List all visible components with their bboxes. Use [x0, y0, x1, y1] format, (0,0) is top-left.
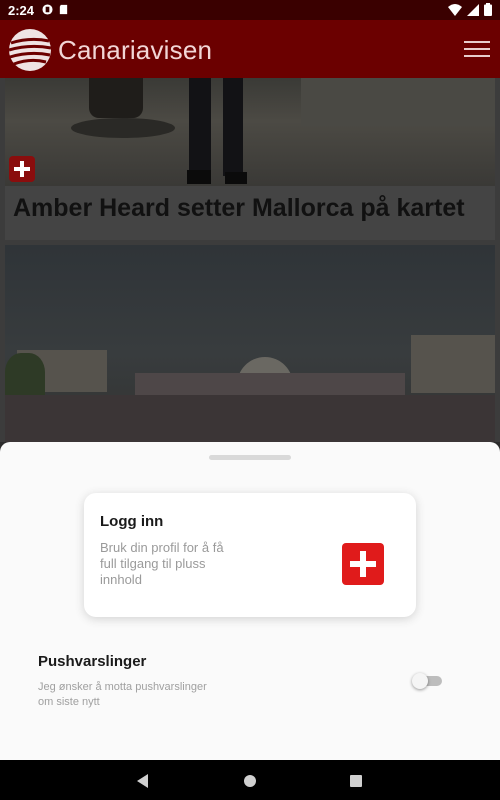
- toggle-thumb: [412, 673, 428, 689]
- status-right-icons: [448, 3, 492, 16]
- wall-shape: [301, 78, 495, 126]
- status-time: 2:24: [8, 3, 35, 18]
- globe-logo-icon[interactable]: [8, 28, 52, 72]
- status-left-icons: [42, 4, 69, 15]
- article-image[interactable]: [5, 78, 495, 186]
- article-headline[interactable]: Amber Heard setter Mallorca på kartet: [13, 194, 465, 223]
- battery-icon: [484, 3, 492, 16]
- pavilion-shape: [135, 373, 405, 397]
- push-notifications-toggle[interactable]: [412, 673, 444, 689]
- drag-handle[interactable]: [209, 455, 291, 460]
- article-feed[interactable]: Amber Heard setter Mallorca på kartet: [0, 78, 500, 442]
- planter-shape: [71, 118, 175, 138]
- login-title: Logg inn: [100, 513, 164, 530]
- back-icon[interactable]: [134, 772, 152, 790]
- plus-cross-icon: [342, 543, 384, 585]
- plus-badge-icon: [9, 156, 35, 182]
- bottom-sheet: Logg inn Bruk din profil for å få full t…: [0, 442, 500, 760]
- push-notifications-description: Jeg ønsker å motta pushvarslinger om sis…: [38, 681, 207, 708]
- push-notifications-title: Pushvarslinger: [38, 653, 147, 670]
- navigation-bar: [0, 760, 500, 800]
- building-shape: [411, 335, 495, 393]
- wifi-icon: [448, 3, 462, 16]
- sd-card-icon: [59, 4, 68, 15]
- person-legs-shape: [187, 78, 247, 184]
- pool-shape: [5, 395, 495, 442]
- signal-icon: [467, 3, 479, 16]
- browser-icon: [42, 4, 53, 15]
- app-title[interactable]: Canariavisen: [58, 35, 212, 66]
- status-bar: 2:24: [0, 0, 500, 20]
- login-description: Bruk din profil for å få full tilgang ti…: [100, 540, 224, 587]
- tree-shape: [5, 353, 45, 401]
- tree-trunk-shape: [89, 78, 143, 118]
- article-image[interactable]: [5, 245, 495, 442]
- recents-icon[interactable]: [347, 772, 365, 790]
- hamburger-menu-icon[interactable]: [462, 36, 492, 62]
- article-card[interactable]: Amber Heard setter Mallorca på kartet: [5, 186, 495, 240]
- home-icon[interactable]: [241, 772, 259, 790]
- login-card[interactable]: Logg inn Bruk din profil for å få full t…: [84, 493, 416, 617]
